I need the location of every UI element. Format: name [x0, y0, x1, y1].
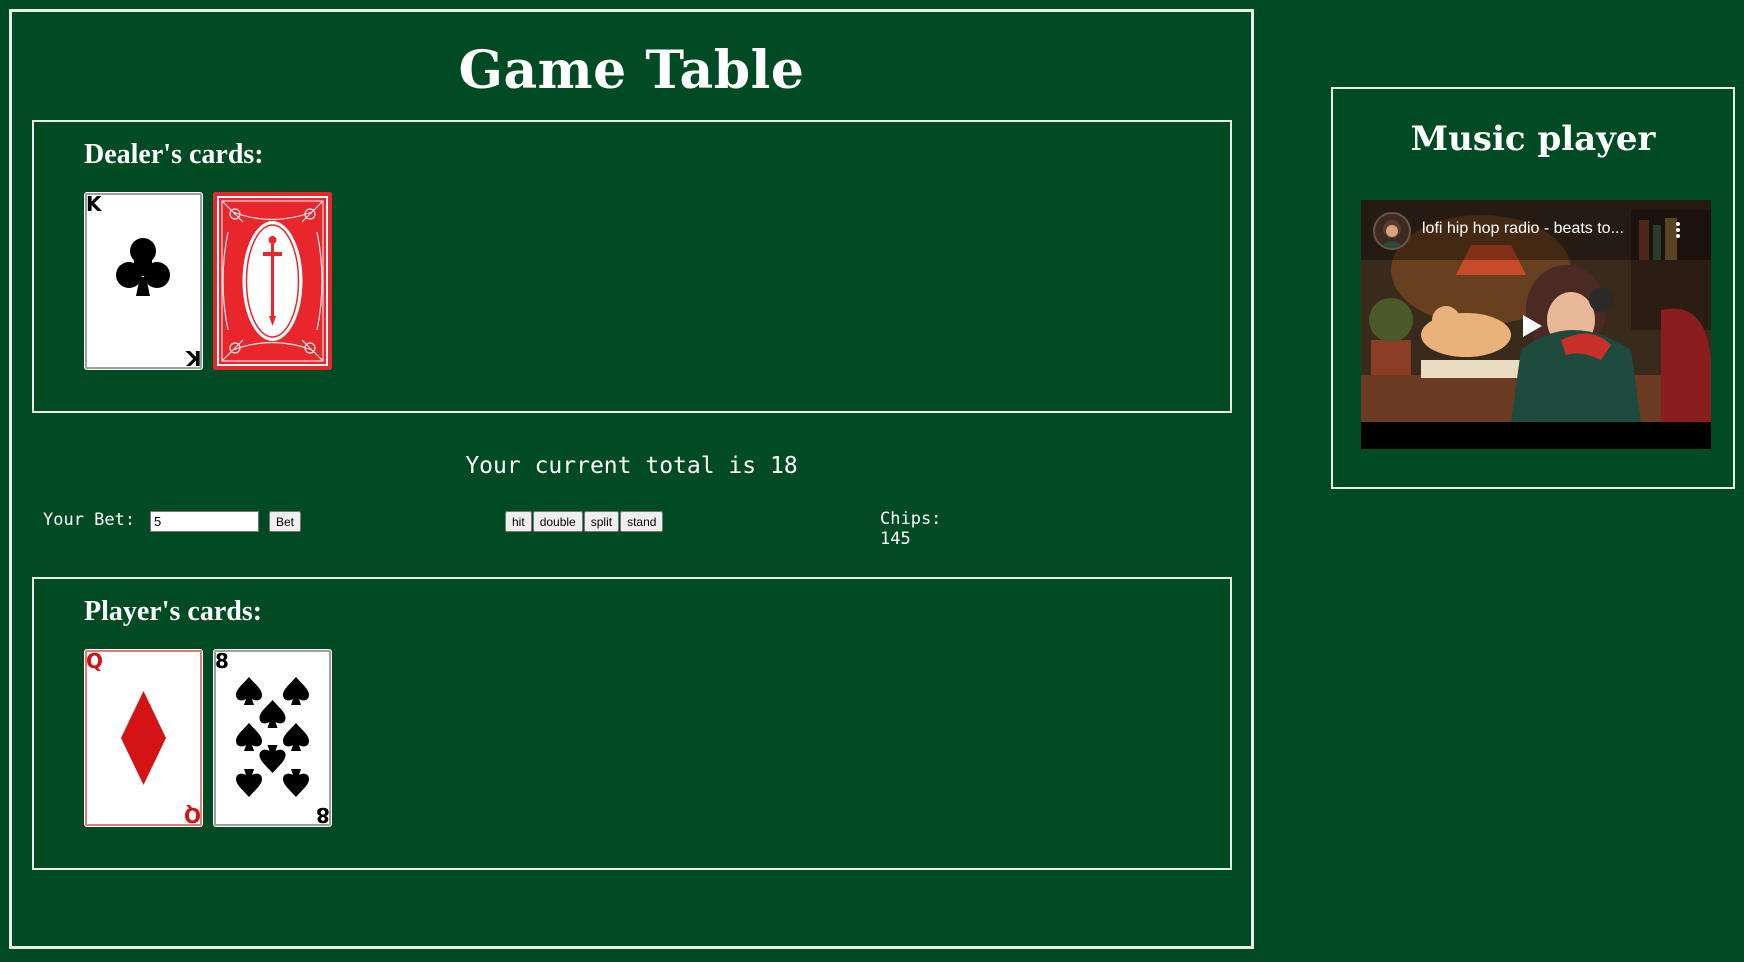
bet-label: Your Bet: [43, 510, 136, 530]
stand-button[interactable]: stand [620, 511, 664, 532]
dealer-card-row: K K [84, 192, 332, 370]
double-button[interactable]: double [532, 511, 583, 532]
chips-value: 145 [880, 529, 911, 549]
player-card-queen-of-diamonds: Q Q [84, 649, 203, 827]
chips-display: Chips: 145 [880, 509, 941, 549]
bet-input[interactable] [150, 511, 259, 532]
video-embed[interactable]: lofi hip hop radio - beats to... [1361, 200, 1711, 449]
channel-avatar[interactable] [1373, 212, 1411, 250]
current-total-text: Your current total is 18 [465, 453, 798, 479]
player-card-row: Q Q 8 8 [84, 649, 332, 827]
spade-suit-icon [236, 677, 309, 797]
bet-button[interactable]: Bet [269, 511, 302, 532]
play-icon[interactable] [1523, 315, 1542, 337]
dealer-card-king-of-clubs: K K [84, 192, 203, 370]
player-card-area: Player's cards: Q Q 8 8 [32, 577, 1232, 870]
club-suit-icon [116, 238, 170, 296]
player-label: Player's cards: [84, 596, 263, 627]
music-player-panel: Music player lofi hip hop radio - beats … [1331, 87, 1735, 489]
more-vert-icon[interactable] [1675, 222, 1681, 240]
dealer-card-face-down [213, 192, 332, 370]
channel-avatar-image [1380, 220, 1404, 248]
game-title: Game Table [458, 40, 805, 101]
game-table-panel: Game Table Dealer's cards: K K Your curr… [9, 9, 1254, 949]
hit-button[interactable]: hit [505, 511, 532, 532]
action-button-group: hit double split stand [505, 511, 664, 532]
diamond-suit-icon [121, 691, 166, 785]
card-back-pattern-icon [213, 192, 332, 370]
chips-label: Chips: [880, 509, 942, 529]
music-player-title: Music player [1410, 119, 1656, 159]
dealer-label: Dealer's cards: [84, 139, 264, 170]
video-title[interactable]: lofi hip hop radio - beats to... [1422, 220, 1624, 238]
player-card-eight-of-spades: 8 8 [213, 649, 332, 827]
split-button[interactable]: split [583, 511, 620, 532]
dealer-card-area: Dealer's cards: K K [32, 120, 1232, 413]
